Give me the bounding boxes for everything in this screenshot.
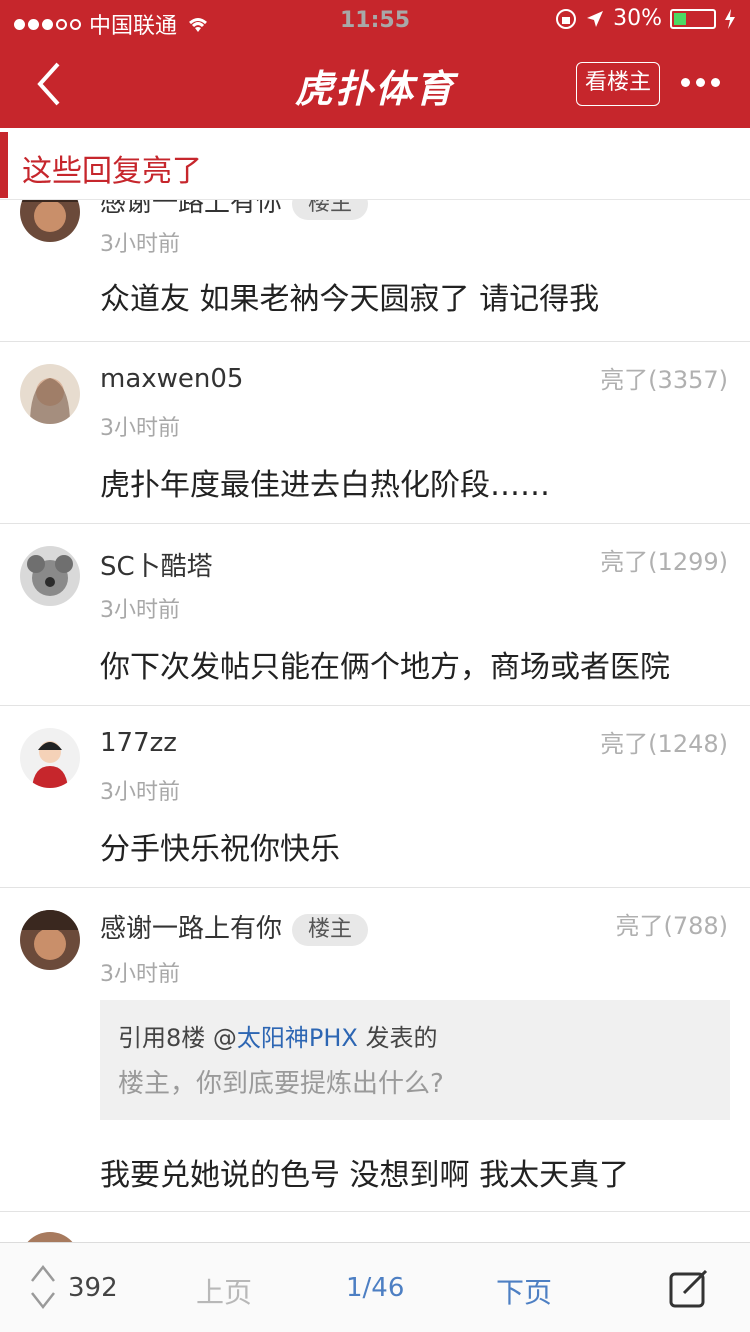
quoted-user-link[interactable]: 太阳神PHX — [237, 1024, 358, 1052]
avatar[interactable] — [20, 364, 80, 424]
reply-text: 虎扑年度最佳进去白热化阶段…… — [100, 468, 550, 503]
reply-text: 分手快乐祝你快乐 — [100, 832, 340, 867]
reply-item: 177zz 亮了(1248) 3小时前 分手快乐祝你快乐 — [0, 706, 750, 888]
username[interactable]: SC卜酷塔 — [100, 546, 213, 583]
username[interactable]: 感谢一路上有你 楼主 — [100, 200, 369, 220]
rotation-lock-icon — [556, 8, 577, 29]
avatar[interactable] — [20, 1232, 80, 1242]
op-badge: 楼主 — [292, 913, 369, 946]
reply-item: 感谢一路上有你 楼主 3小时前 众道友 如果老衲今天圆寂了 请记得我 — [0, 200, 750, 342]
reply-time: 3小时前 — [100, 962, 180, 987]
vote-arrows-icon[interactable] — [30, 1261, 56, 1313]
reply-item — [0, 1212, 750, 1242]
reply-time: 3小时前 — [100, 780, 180, 805]
section-title: 这些回复亮了 — [22, 154, 202, 189]
reply-item: maxwen05 亮了(3357) 3小时前 虎扑年度最佳进去白热化阶段…… — [0, 342, 750, 524]
location-icon — [587, 10, 604, 27]
more-icon[interactable] — [681, 78, 720, 87]
reply-time: 3小时前 — [100, 232, 180, 257]
battery-icon — [670, 8, 716, 29]
username[interactable]: 177zz — [100, 728, 177, 758]
op-badge: 楼主 — [292, 200, 369, 220]
username[interactable]: maxwen05 — [100, 364, 243, 394]
username[interactable]: 感谢一路上有你 楼主 — [100, 908, 369, 946]
section-header: 这些回复亮了 — [0, 128, 750, 200]
reply-count: 392 — [68, 1273, 118, 1303]
bottom-toolbar: 392 上页 1/46 下页 — [0, 1242, 750, 1332]
status-bar: 中国联通 11:55 30% — [0, 0, 750, 40]
light-count[interactable]: 亮了(788) — [615, 906, 728, 941]
avatar[interactable] — [20, 546, 80, 606]
light-count[interactable]: 亮了(1248) — [600, 724, 728, 759]
quote-header: 引用8楼 @太阳神PHX 发表的 — [118, 1024, 438, 1052]
status-right: 30% — [555, 6, 736, 31]
quote-block[interactable]: 引用8楼 @太阳神PHX 发表的 楼主，你到底要提炼出什么? — [100, 1000, 730, 1120]
page-indicator[interactable]: 1/46 — [346, 1273, 404, 1303]
avatar[interactable] — [20, 200, 80, 242]
charging-icon — [725, 8, 735, 29]
reply-text: 我要兑她说的色号 没想到啊 我太天真了 — [100, 1158, 630, 1193]
prev-page-button[interactable]: 上页 — [196, 1271, 252, 1311]
next-page-button[interactable]: 下页 — [496, 1271, 552, 1311]
top-bar: 中国联通 11:55 30% 虎扑体育 看楼主 — [0, 0, 750, 128]
light-count[interactable]: 亮了(3357) — [600, 360, 728, 395]
nav-bar: 虎扑体育 看楼主 — [0, 40, 750, 128]
avatar[interactable] — [20, 728, 80, 788]
avatar[interactable] — [20, 910, 80, 970]
reply-text: 你下次发帖只能在俩个地方，商场或者医院 — [100, 650, 670, 685]
light-count[interactable]: 亮了(1299) — [600, 542, 728, 577]
reply-time: 3小时前 — [100, 416, 180, 441]
reply-list: 感谢一路上有你 楼主 3小时前 众道友 如果老衲今天圆寂了 请记得我 maxwen… — [0, 200, 750, 1242]
reply-text: 众道友 如果老衲今天圆寂了 请记得我 — [100, 282, 600, 317]
battery-label: 30% — [613, 6, 662, 31]
compose-icon[interactable] — [668, 1267, 710, 1309]
reply-item: SC卜酷塔 亮了(1299) 3小时前 你下次发帖只能在俩个地方，商场或者医院 — [0, 524, 750, 706]
section-accent — [0, 132, 8, 198]
reply-item: 感谢一路上有你 楼主 亮了(788) 3小时前 引用8楼 @太阳神PHX 发表的 … — [0, 888, 750, 1212]
quote-text: 楼主，你到底要提炼出什么? — [118, 1069, 444, 1099]
reply-time: 3小时前 — [100, 598, 180, 623]
view-op-button[interactable]: 看楼主 — [575, 62, 660, 106]
